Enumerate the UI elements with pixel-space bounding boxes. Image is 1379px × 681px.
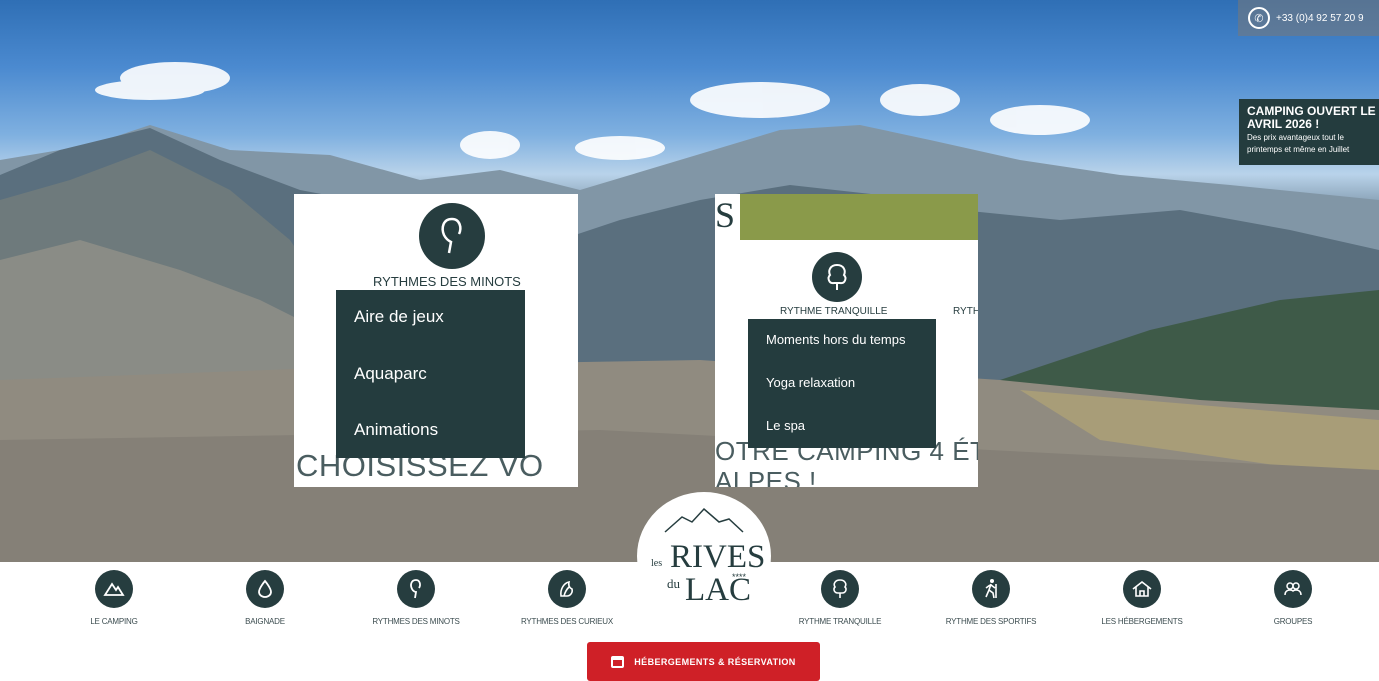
menu-item-yoga-relaxation[interactable]: Yoga relaxation — [766, 375, 855, 390]
menu-item-le-spa[interactable]: Le spa — [766, 418, 805, 433]
nav-item-rythme-des-sportifs[interactable]: RYTHME DES SPORTIFS — [926, 570, 1056, 626]
dropdown-title[interactable]: RYTHMES DES MINOTS — [373, 274, 521, 289]
booking-button-label: HÉBERGEMENTS & RÉSERVATION — [634, 656, 796, 667]
submenu-minots: Aire de jeux Aquaparc Animations — [336, 290, 525, 458]
nav-label: BAIGNADE — [245, 617, 285, 626]
nav-item-rythmes-des-minots[interactable]: RYTHMES DES MINOTS — [351, 570, 481, 626]
nav-item-les-hebergements[interactable]: LES HÉBERGEMENTS — [1077, 570, 1207, 626]
logo-du: du — [667, 576, 681, 591]
phone-icon: ✆ — [1248, 7, 1270, 29]
nav-item-rythmes-des-curieux[interactable]: RYTHMES DES CURIEUX — [502, 570, 632, 626]
nav-label: LE CAMPING — [90, 617, 138, 626]
menu-item-aquaparc[interactable]: Aquaparc — [354, 364, 427, 384]
balloon-icon — [397, 570, 435, 608]
menu-item-moments-hors-du-temps[interactable]: Moments hors du temps — [766, 332, 905, 347]
tree-icon — [821, 570, 859, 608]
nav-label: RYTHME DES SPORTIFS — [945, 617, 1037, 626]
promo-title-line2: AVRIL 2026 ! — [1247, 117, 1320, 131]
phone-number[interactable]: +33 (0)4 92 57 20 9 — [1276, 13, 1364, 24]
phone-contact[interactable]: ✆ +33 (0)4 92 57 20 9 — [1238, 0, 1379, 36]
promo-text-line2: printemps et même en Juillet — [1247, 145, 1350, 154]
menu-item-aire-de-jeux[interactable]: Aire de jeux — [354, 307, 444, 327]
balloon-icon — [419, 203, 485, 269]
hero-background — [0, 0, 1379, 562]
promo-text-line1: Des prix avantageux tout le — [1247, 133, 1344, 142]
hero-headline-fragment-2: ALPES ! — [715, 466, 817, 487]
mountain-landscape — [0, 62, 1379, 562]
mountain-icon — [95, 570, 133, 608]
page: ✆ +33 (0)4 92 57 20 9 CAMPING OUVERT LE … — [0, 0, 1379, 681]
group-icon — [1274, 570, 1312, 608]
logo-rives: RIVES — [670, 539, 765, 575]
booking-button[interactable]: HÉBERGEMENTS & RÉSERVATION — [587, 642, 820, 681]
nav-label: RYTHME TRANQUILLE — [798, 617, 882, 626]
submenu-tranquille: Moments hors du temps Yoga relaxation Le… — [748, 319, 936, 448]
menu-item-animations[interactable]: Animations — [354, 420, 438, 440]
nav-label: RYTHMES DES CURIEUX — [520, 617, 614, 626]
leaf-icon — [548, 570, 586, 608]
house-icon — [1123, 570, 1161, 608]
next-menu-fragment[interactable]: RYTH — [953, 306, 978, 317]
hiker-icon — [972, 570, 1010, 608]
nav-item-groupes[interactable]: GROUPES — [1228, 570, 1358, 626]
site-logo[interactable]: les RIVES du LAC **** — [637, 492, 771, 620]
tree-icon — [812, 252, 862, 302]
logo-fragment: S — [715, 195, 736, 235]
nav-label: RYTHMES DES MINOTS — [372, 617, 460, 626]
dropdown-title[interactable]: RYTHME TRANQUILLE — [780, 306, 887, 317]
dropdown-rythme-tranquille: S RYTHME TRANQUILLE RYTH OTRE CAMPING 4 … — [715, 194, 978, 487]
flower-image-strip — [740, 194, 978, 240]
nav-label: GROUPES — [1273, 617, 1313, 626]
dropdown-rythmes-des-minots: RYTHMES DES MINOTS CHOISISSEZ VO Aire de… — [294, 194, 578, 487]
nav-label: LES HÉBERGEMENTS — [1101, 617, 1183, 626]
calendar-icon — [611, 655, 625, 668]
opening-promo-banner[interactable]: CAMPING OUVERT LE AVRIL 2026 ! Des prix … — [1239, 99, 1379, 165]
drop-icon — [246, 570, 284, 608]
nav-item-le-camping[interactable]: LE CAMPING — [49, 570, 179, 626]
nav-item-baignade[interactable]: BAIGNADE — [200, 570, 330, 626]
logo-stars: **** — [732, 572, 747, 582]
logo-les: les — [651, 558, 662, 569]
nav-item-rythme-tranquille[interactable]: RYTHME TRANQUILLE — [775, 570, 905, 626]
